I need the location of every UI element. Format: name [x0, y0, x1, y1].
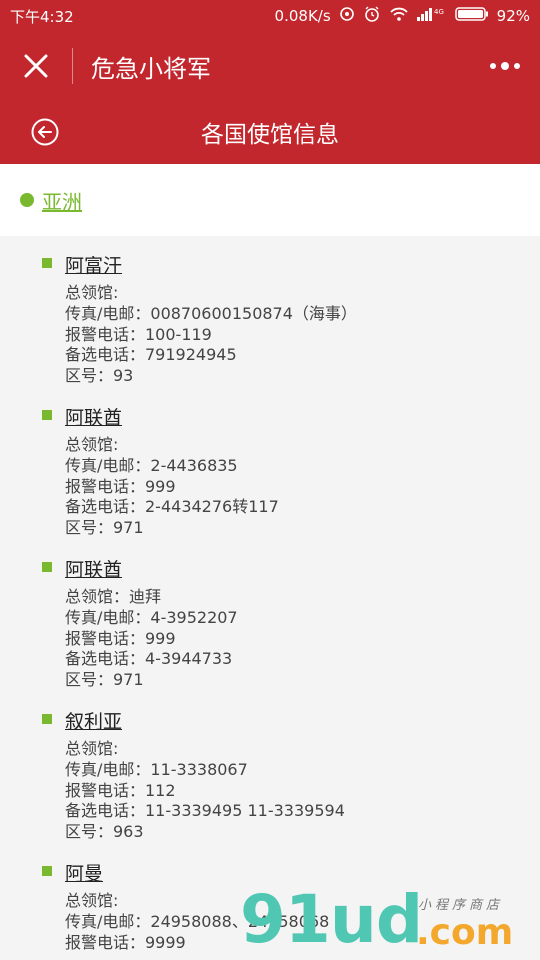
- consulate-text: 总领馆:: [65, 434, 119, 454]
- signal-icon: 4G: [416, 6, 447, 26]
- bullet-icon: [42, 561, 52, 572]
- country-link[interactable]: 阿富汗: [65, 253, 122, 279]
- embassy-item: 阿联酋 总领馆：迪拜 传真/电邮：4-3952207 报警电话：999 备选电话…: [0, 557, 540, 691]
- fax-text: 传真/电邮：2-4436835: [65, 455, 238, 475]
- police-phone-text: 报警电话：999: [65, 628, 176, 648]
- fax-text: 传真/电邮：4-3952207: [65, 607, 238, 627]
- embassy-list: 阿富汗 总领馆: 传真/电邮：00870600150874（海事） 报警电话：1…: [0, 236, 540, 953]
- status-right: 0.08K/s 4G 92%: [275, 5, 530, 27]
- police-phone-text: 报警电话：9999: [65, 932, 186, 952]
- police-phone-text: 报警电话：100-119: [65, 324, 212, 344]
- close-button[interactable]: [0, 32, 72, 100]
- more-dots-icon: [490, 62, 520, 70]
- embassy-item: 叙利亚 总领馆: 传真/电邮：11-3338067 报警电话：112 备选电话：…: [0, 709, 540, 843]
- fax-text: 传真/电邮：24958088、24958068: [65, 911, 330, 931]
- embassy-item: 阿曼 总领馆: 传真/电邮：24958088、24958068 报警电话：999…: [0, 861, 540, 953]
- area-code-text: 区号：971: [65, 670, 144, 690]
- embassy-item: 阿联酋 总领馆: 传真/电邮：2-4436835 报警电话：999 备选电话：2…: [0, 405, 540, 539]
- battery-icon: [454, 6, 489, 26]
- fax-text: 传真/电邮：11-3338067: [65, 759, 248, 779]
- region-dot-icon: [20, 193, 34, 207]
- bullet-icon: [42, 409, 52, 420]
- area-code-text: 区号：93: [65, 366, 134, 386]
- close-icon: [24, 54, 48, 78]
- app-title: 危急小将军: [91, 54, 211, 83]
- alt-phone-text: 备选电话：4-3944733: [65, 649, 233, 669]
- status-time: 下午4:32: [10, 7, 74, 26]
- fax-text: 传真/电邮：00870600150874（海事）: [65, 303, 357, 323]
- page-header: 各国使馆信息: [0, 100, 540, 164]
- alarm-icon: [363, 5, 381, 27]
- bullet-icon: [42, 865, 52, 876]
- page-title: 各国使馆信息: [201, 122, 339, 148]
- region-link[interactable]: 亚洲: [42, 186, 82, 215]
- battery-percent: 92%: [496, 7, 530, 25]
- country-link[interactable]: 阿联酋: [65, 405, 122, 431]
- app-navbar: 危急小将军: [0, 32, 540, 100]
- area-code-text: 区号：971: [65, 518, 144, 538]
- country-link[interactable]: 叙利亚: [65, 709, 122, 735]
- more-button[interactable]: [470, 32, 540, 100]
- bullet-icon: [42, 713, 52, 724]
- alt-phone-text: 备选电话：791924945: [65, 345, 237, 365]
- country-link[interactable]: 阿联酋: [65, 557, 122, 583]
- alt-phone-text: 备选电话：2-4434276转117: [65, 497, 279, 517]
- back-arrow-icon: [31, 118, 59, 146]
- region-row[interactable]: 亚洲: [0, 164, 540, 236]
- status-bar: 下午4:32 0.08K/s 4G 92%: [0, 0, 540, 32]
- wifi-icon: [389, 6, 409, 26]
- police-phone-text: 报警电话：112: [65, 780, 176, 800]
- consulate-text: 总领馆:: [65, 890, 119, 910]
- embassy-item: 阿富汗 总领馆: 传真/电邮：00870600150874（海事） 报警电话：1…: [0, 253, 540, 387]
- alt-phone-text: 备选电话：11-3339495 11-3339594: [65, 801, 345, 821]
- hotspot-icon: [339, 6, 355, 26]
- consulate-text: 总领馆:: [65, 283, 119, 302]
- consulate-text: 总领馆：迪拜: [65, 586, 162, 606]
- network-speed: 0.08K/s: [274, 7, 331, 25]
- country-link[interactable]: 阿曼: [65, 861, 103, 887]
- area-code-text: 区号：963: [65, 822, 144, 842]
- police-phone-text: 报警电话：999: [65, 476, 176, 496]
- signal-label: 4G: [434, 8, 444, 16]
- consulate-text: 总领馆:: [65, 738, 119, 758]
- bullet-icon: [42, 258, 52, 268]
- back-button[interactable]: [30, 117, 60, 147]
